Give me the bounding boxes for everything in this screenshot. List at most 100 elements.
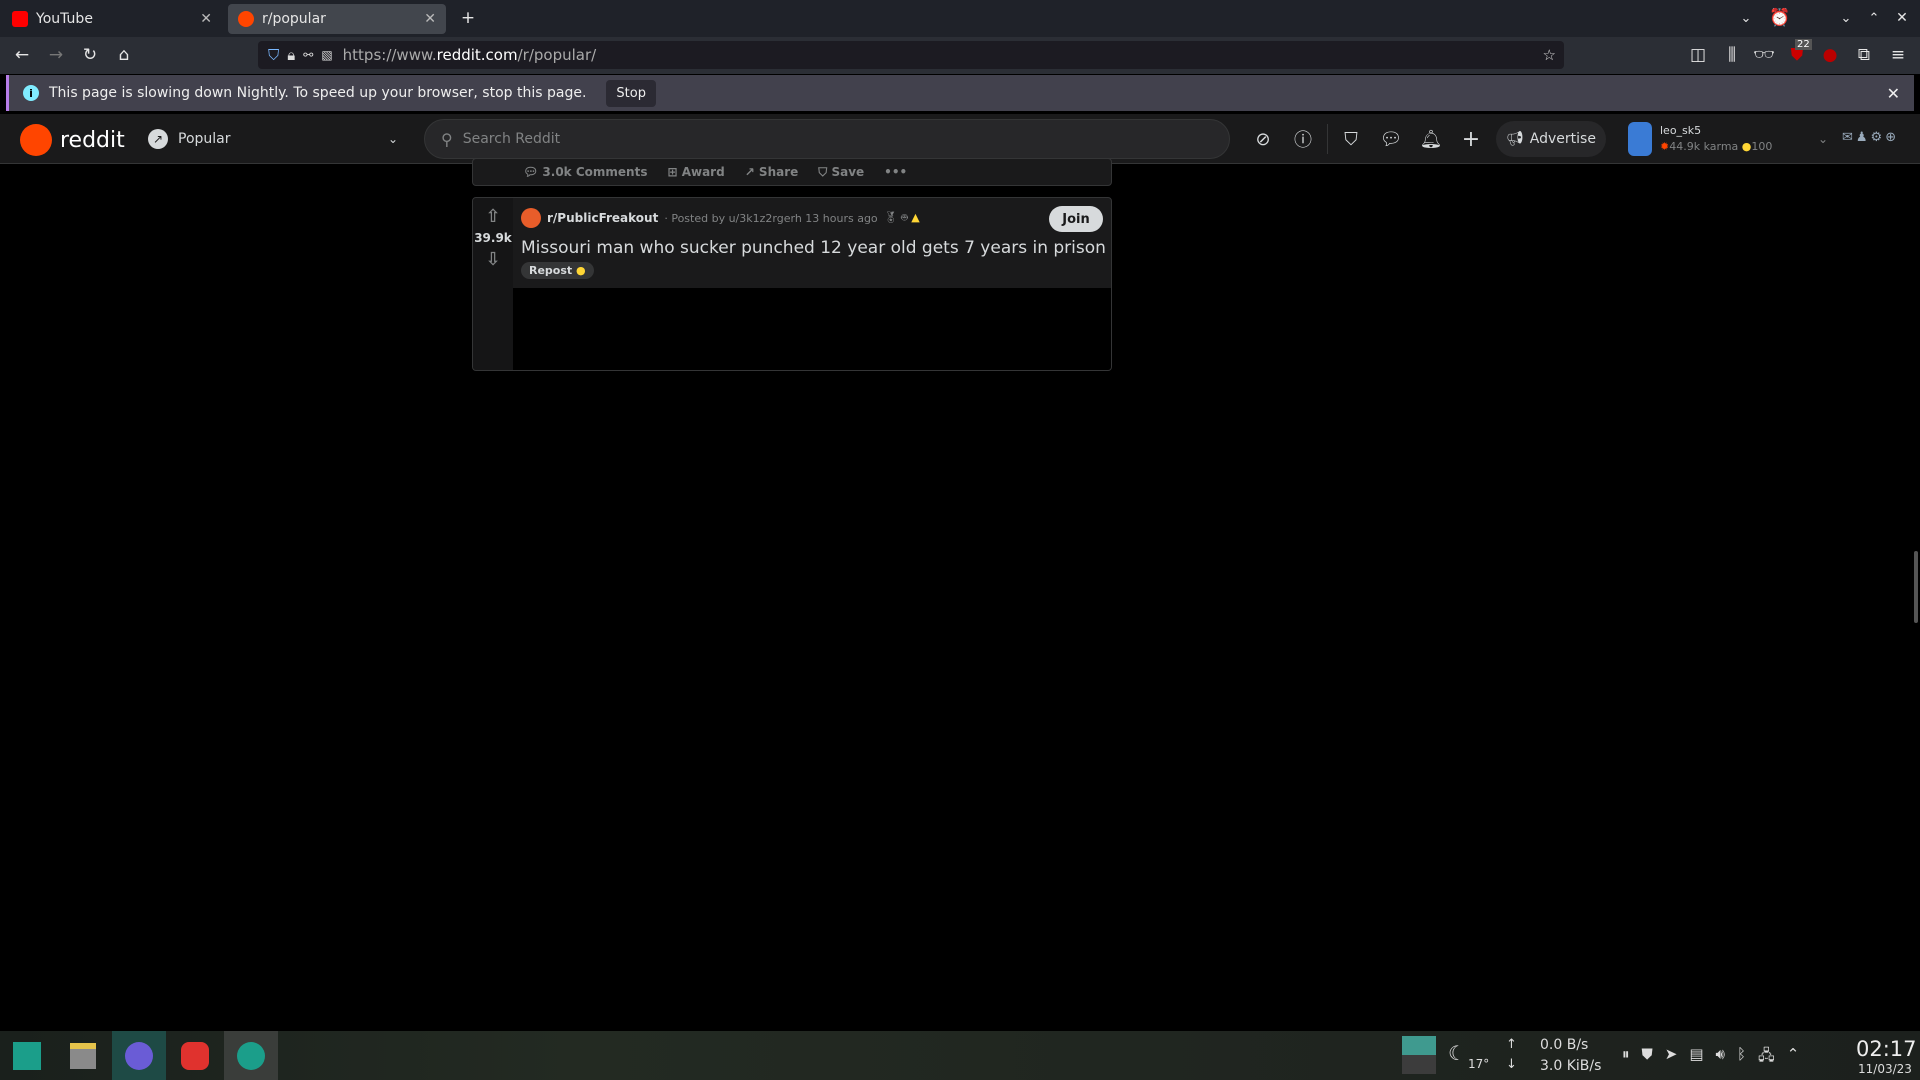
clock-time[interactable]: 02:17 xyxy=(1856,1037,1917,1061)
permissions-icon[interactable]: ⚯ xyxy=(303,48,313,62)
lock-icon: 🔒︎ xyxy=(287,46,296,64)
taskbar: ☾ 17° ↑ ↓ 0.0 B/s 3.0 KiB/s ⏸ ⛊ ➤ ▤ 🔊︎ ᛒ… xyxy=(0,1031,1920,1080)
downvote-icon[interactable]: ⇩ xyxy=(485,249,500,270)
chevron-down-icon: ⌄ xyxy=(1817,132,1828,146)
network-icon[interactable]: 🖧 xyxy=(1758,1045,1775,1070)
firefox-nightly-icon[interactable] xyxy=(112,1031,166,1080)
volume-icon[interactable]: 🔊︎ xyxy=(1716,1045,1725,1070)
scrollbar[interactable] xyxy=(1914,551,1918,623)
telegram-icon[interactable]: ➤ xyxy=(1665,1045,1678,1070)
virtual-desktop-pager[interactable] xyxy=(1402,1036,1436,1074)
share-button[interactable]: ↗ Share xyxy=(745,165,799,179)
advertise-label: Advertise xyxy=(1529,131,1596,147)
popular-icon: ↗ xyxy=(148,129,168,149)
more-options-icon[interactable]: ••• xyxy=(884,165,907,179)
tray-expand-icon[interactable]: ⌃ xyxy=(1787,1045,1800,1070)
maximize-icon[interactable]: ⌃ xyxy=(1860,4,1888,32)
post-card[interactable]: ⇧ 39.9k ⇩ r/PublicFreakout · Posted by u… xyxy=(472,197,1112,371)
app-menu-icon[interactable] xyxy=(0,1031,54,1080)
popular-nav-icon[interactable]: ⊘ xyxy=(1248,124,1278,154)
avatar xyxy=(1628,122,1652,156)
subreddit-icon xyxy=(521,208,541,228)
coin-icon: ● xyxy=(1741,140,1752,153)
shield-icon: ⛉ xyxy=(268,46,280,64)
media-pause-icon[interactable]: ⏸ xyxy=(1622,1045,1630,1070)
flair-badge: Repost ● xyxy=(521,262,594,279)
karma: 44.9k karma xyxy=(1669,140,1739,153)
search-placeholder: Search Reddit xyxy=(462,131,561,147)
post-video[interactable] xyxy=(513,288,1111,370)
save-button[interactable]: ⛉ Save xyxy=(818,165,864,180)
clock-date[interactable]: 11/03/23 xyxy=(1858,1062,1912,1076)
alarm-icon[interactable]: ⏰ xyxy=(1766,4,1794,32)
vivaldi-icon[interactable] xyxy=(168,1031,222,1080)
divider xyxy=(1327,124,1328,154)
upload-speed: 0.0 B/s xyxy=(1540,1037,1589,1053)
new-tab-icon[interactable]: + xyxy=(454,4,482,32)
post-title[interactable]: Missouri man who sucker punched 12 year … xyxy=(521,238,1106,258)
reload-icon[interactable]: ↻ xyxy=(76,41,104,69)
post-meta: r/PublicFreakout · Posted by u/3k1z2rger… xyxy=(521,208,920,228)
tab-youtube[interactable]: YouTube ✕ xyxy=(2,4,222,34)
upvote-icon[interactable]: ⇧ xyxy=(485,206,500,227)
library-icon[interactable]: ⫼ xyxy=(1718,41,1746,69)
mod-shield-icon[interactable]: ⛉ xyxy=(1336,124,1366,154)
download-arrow-icon: ↓ xyxy=(1506,1057,1517,1072)
chevron-down-icon: ⌄ xyxy=(387,132,398,146)
res-icons[interactable]: ✉♟⚙⊕ xyxy=(1842,130,1899,145)
back-icon[interactable]: ← xyxy=(8,41,36,69)
home-icon[interactable]: ⌂ xyxy=(110,41,138,69)
weather-temp: 17° xyxy=(1468,1057,1490,1071)
bluetooth-icon[interactable]: ᛒ xyxy=(1737,1045,1746,1070)
subreddit-link[interactable]: r/PublicFreakout xyxy=(547,211,658,225)
close-tab-icon[interactable]: ✕ xyxy=(200,11,212,27)
url-bar[interactable]: ⛉ 🔒︎ ⚯ ▧ https://www.reddit.com/r/popula… xyxy=(258,41,1564,69)
close-window-icon[interactable]: ✕ xyxy=(1888,4,1916,32)
reddit-logo[interactable]: reddit xyxy=(20,124,125,156)
weather-moon-icon[interactable]: ☾ xyxy=(1448,1041,1466,1065)
chat-icon[interactable]: 💬︎ xyxy=(1376,124,1406,154)
forward-icon[interactable]: → xyxy=(42,41,70,69)
feed-selector[interactable]: ↗ Popular ⌄ xyxy=(148,124,398,154)
join-button[interactable]: Join xyxy=(1049,206,1103,232)
autoplay-blocked-icon[interactable]: ▧ xyxy=(321,48,332,62)
ublock-badge: 22 xyxy=(1795,39,1812,50)
close-notification-icon[interactable]: ✕ xyxy=(1887,84,1900,103)
extensions-icon[interactable]: ⧉ xyxy=(1850,41,1878,69)
app-teal-icon[interactable] xyxy=(224,1031,278,1080)
reddit-snoo-icon xyxy=(20,124,52,156)
karma-icon: ✹ xyxy=(1660,140,1670,153)
stop-button[interactable]: Stop xyxy=(606,79,656,107)
close-tab-icon[interactable]: ✕ xyxy=(424,11,436,27)
username: leo_sk5 xyxy=(1660,124,1702,137)
search-input[interactable]: ⚲ Search Reddit xyxy=(424,119,1230,159)
info-icon: i xyxy=(23,85,39,101)
bookmark-star-icon[interactable]: ☆ xyxy=(1543,46,1556,64)
system-tray: ⏸ ⛊ ➤ ▤ 🔊︎ ᛒ 🖧 ⌃ xyxy=(1622,1045,1799,1070)
extension-glasses-icon[interactable]: 👓︎ xyxy=(1750,41,1778,69)
create-post-icon[interactable]: + xyxy=(1456,124,1486,154)
file-manager-icon[interactable] xyxy=(56,1031,110,1080)
notification-bar: i This page is slowing down Nightly. To … xyxy=(6,75,1914,111)
vpn-shield-icon[interactable]: ⛊ xyxy=(1642,1045,1653,1070)
posted-by[interactable]: · Posted by u/3k1z2rgerh 13 hours ago xyxy=(664,212,877,225)
clipboard-icon[interactable]: ▤ xyxy=(1689,1045,1703,1070)
comments-button[interactable]: 💬︎ 3.0k Comments xyxy=(523,165,647,179)
advertise-button[interactable]: 📢︎ Advertise xyxy=(1496,121,1606,157)
award-button[interactable]: ⊞ Award xyxy=(667,165,724,179)
upload-arrow-icon: ↑ xyxy=(1506,1037,1517,1052)
minimize-icon[interactable]: ⌄ xyxy=(1832,4,1860,32)
user-menu[interactable]: leo_sk5 ✹44.9k karma ●100 ⌄ xyxy=(1628,120,1828,158)
award-icons: 🏅︎ 🤖︎ ▲ xyxy=(883,210,920,224)
notifications-bell-icon[interactable]: 🔔︎ xyxy=(1416,124,1446,154)
notification-text: This page is slowing down Nightly. To sp… xyxy=(49,85,587,101)
tab-reddit-popular[interactable]: r/popular ✕ xyxy=(228,4,446,34)
tab-label: r/popular xyxy=(262,11,326,27)
list-tabs-icon[interactable]: ⌄ xyxy=(1732,4,1760,32)
sidebar-icon[interactable]: ◫ xyxy=(1684,41,1712,69)
extension-red-icon[interactable]: ● xyxy=(1816,41,1844,69)
menu-icon[interactable]: ≡ xyxy=(1884,41,1912,69)
megaphone-icon: 📢︎ xyxy=(1506,131,1524,147)
tab-strip: YouTube ✕ r/popular ✕ + ⌄ ⏰ ⌄ ⌃ ✕ xyxy=(0,0,1920,37)
coins-icon[interactable]: ⓘ xyxy=(1288,124,1318,154)
